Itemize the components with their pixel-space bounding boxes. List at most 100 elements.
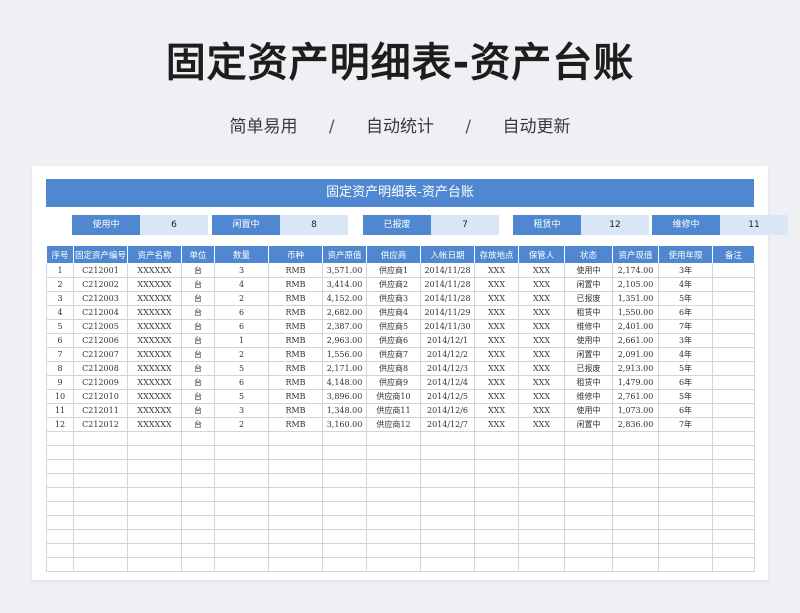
table-cell[interactable]: 1,351.00 [612, 291, 659, 306]
empty-cell[interactable] [658, 445, 713, 460]
table-cell[interactable]: RMB [268, 277, 323, 292]
table-cell[interactable]: 2014/12/3 [420, 361, 475, 376]
table-cell[interactable]: XXX [518, 263, 565, 278]
empty-cell[interactable] [564, 529, 613, 544]
table-cell[interactable]: XXXXXX [127, 375, 182, 390]
column-header[interactable]: 保管人 [518, 245, 565, 264]
empty-cell[interactable] [73, 459, 128, 474]
table-cell[interactable]: C212001 [73, 263, 128, 278]
table-cell[interactable]: 8 [46, 361, 74, 376]
table-cell[interactable]: XXXXXX [127, 361, 182, 376]
table-cell[interactable]: 维修中 [564, 319, 613, 334]
table-cell[interactable]: 10 [46, 389, 74, 404]
table-cell[interactable]: XXX [518, 347, 565, 362]
empty-cell[interactable] [474, 515, 519, 530]
empty-cell[interactable] [366, 445, 421, 460]
table-cell[interactable]: XXX [474, 417, 519, 432]
table-cell[interactable]: 使用中 [564, 403, 613, 418]
empty-cell[interactable] [366, 529, 421, 544]
table-cell[interactable]: 2 [214, 347, 269, 362]
table-cell[interactable]: 台 [181, 389, 215, 404]
empty-cell[interactable] [712, 543, 755, 558]
empty-cell[interactable] [420, 445, 475, 460]
empty-cell[interactable] [366, 487, 421, 502]
table-cell[interactable]: 维修中 [564, 389, 613, 404]
empty-cell[interactable] [268, 529, 323, 544]
table-cell[interactable]: XXX [474, 403, 519, 418]
empty-cell[interactable] [712, 515, 755, 530]
table-cell[interactable]: 3 [46, 291, 74, 306]
empty-cell[interactable] [474, 473, 519, 488]
empty-cell[interactable] [474, 445, 519, 460]
table-cell[interactable]: XXX [474, 347, 519, 362]
empty-cell[interactable] [712, 487, 755, 502]
table-cell[interactable]: 1,073.00 [612, 403, 659, 418]
table-cell[interactable]: 7年 [658, 417, 713, 432]
empty-cell[interactable] [181, 445, 215, 460]
empty-cell[interactable] [366, 543, 421, 558]
table-cell[interactable]: RMB [268, 347, 323, 362]
table-cell[interactable]: 3年 [658, 333, 713, 348]
empty-cell[interactable] [474, 557, 519, 572]
empty-cell[interactable] [214, 445, 269, 460]
column-header[interactable]: 币种 [268, 245, 323, 264]
table-cell[interactable]: 台 [181, 291, 215, 306]
table-cell[interactable]: 供应商2 [366, 277, 421, 292]
table-cell[interactable]: 2,171.00 [322, 361, 367, 376]
table-cell[interactable] [712, 417, 755, 432]
table-cell[interactable]: 9 [46, 375, 74, 390]
empty-cell[interactable] [181, 487, 215, 502]
table-cell[interactable]: XXX [518, 333, 565, 348]
table-cell[interactable]: 2,963.00 [322, 333, 367, 348]
table-cell[interactable]: 4 [46, 305, 74, 320]
table-cell[interactable]: 2014/12/5 [420, 389, 475, 404]
empty-cell[interactable] [322, 459, 367, 474]
empty-cell[interactable] [214, 459, 269, 474]
column-header[interactable]: 使用年限 [658, 245, 713, 264]
table-cell[interactable]: XXX [518, 361, 565, 376]
empty-cell[interactable] [518, 515, 565, 530]
table-cell[interactable]: XXX [518, 375, 565, 390]
table-cell[interactable]: 2,836.00 [612, 417, 659, 432]
table-cell[interactable]: 台 [181, 263, 215, 278]
table-cell[interactable]: C212011 [73, 403, 128, 418]
table-cell[interactable]: 供应商12 [366, 417, 421, 432]
table-cell[interactable]: C212008 [73, 361, 128, 376]
empty-cell[interactable] [420, 487, 475, 502]
table-cell[interactable]: 2,174.00 [612, 263, 659, 278]
table-cell[interactable] [712, 319, 755, 334]
table-cell[interactable]: XXX [474, 291, 519, 306]
empty-cell[interactable] [73, 431, 128, 446]
table-cell[interactable]: 6 [214, 375, 269, 390]
empty-cell[interactable] [712, 557, 755, 572]
table-cell[interactable]: RMB [268, 263, 323, 278]
empty-cell[interactable] [564, 557, 613, 572]
table-cell[interactable]: 2014/11/28 [420, 291, 475, 306]
table-cell[interactable]: XXX [474, 333, 519, 348]
empty-cell[interactable] [712, 501, 755, 516]
table-cell[interactable]: XXXXXX [127, 347, 182, 362]
table-cell[interactable]: RMB [268, 319, 323, 334]
empty-cell[interactable] [564, 445, 613, 460]
empty-cell[interactable] [322, 543, 367, 558]
table-cell[interactable] [712, 347, 755, 362]
table-cell[interactable]: 1 [214, 333, 269, 348]
empty-cell[interactable] [612, 473, 659, 488]
empty-cell[interactable] [518, 431, 565, 446]
empty-cell[interactable] [46, 445, 74, 460]
table-cell[interactable]: 供应商11 [366, 403, 421, 418]
table-cell[interactable]: XXXXXX [127, 291, 182, 306]
table-cell[interactable]: C212004 [73, 305, 128, 320]
table-cell[interactable]: 台 [181, 305, 215, 320]
empty-cell[interactable] [73, 501, 128, 516]
table-cell[interactable]: C212012 [73, 417, 128, 432]
table-cell[interactable]: C212003 [73, 291, 128, 306]
empty-cell[interactable] [518, 473, 565, 488]
table-cell[interactable]: RMB [268, 389, 323, 404]
empty-cell[interactable] [322, 557, 367, 572]
table-cell[interactable]: 4年 [658, 347, 713, 362]
table-cell[interactable]: 已报废 [564, 361, 613, 376]
empty-cell[interactable] [268, 445, 323, 460]
table-cell[interactable]: 4,152.00 [322, 291, 367, 306]
table-cell[interactable]: XXXXXX [127, 333, 182, 348]
